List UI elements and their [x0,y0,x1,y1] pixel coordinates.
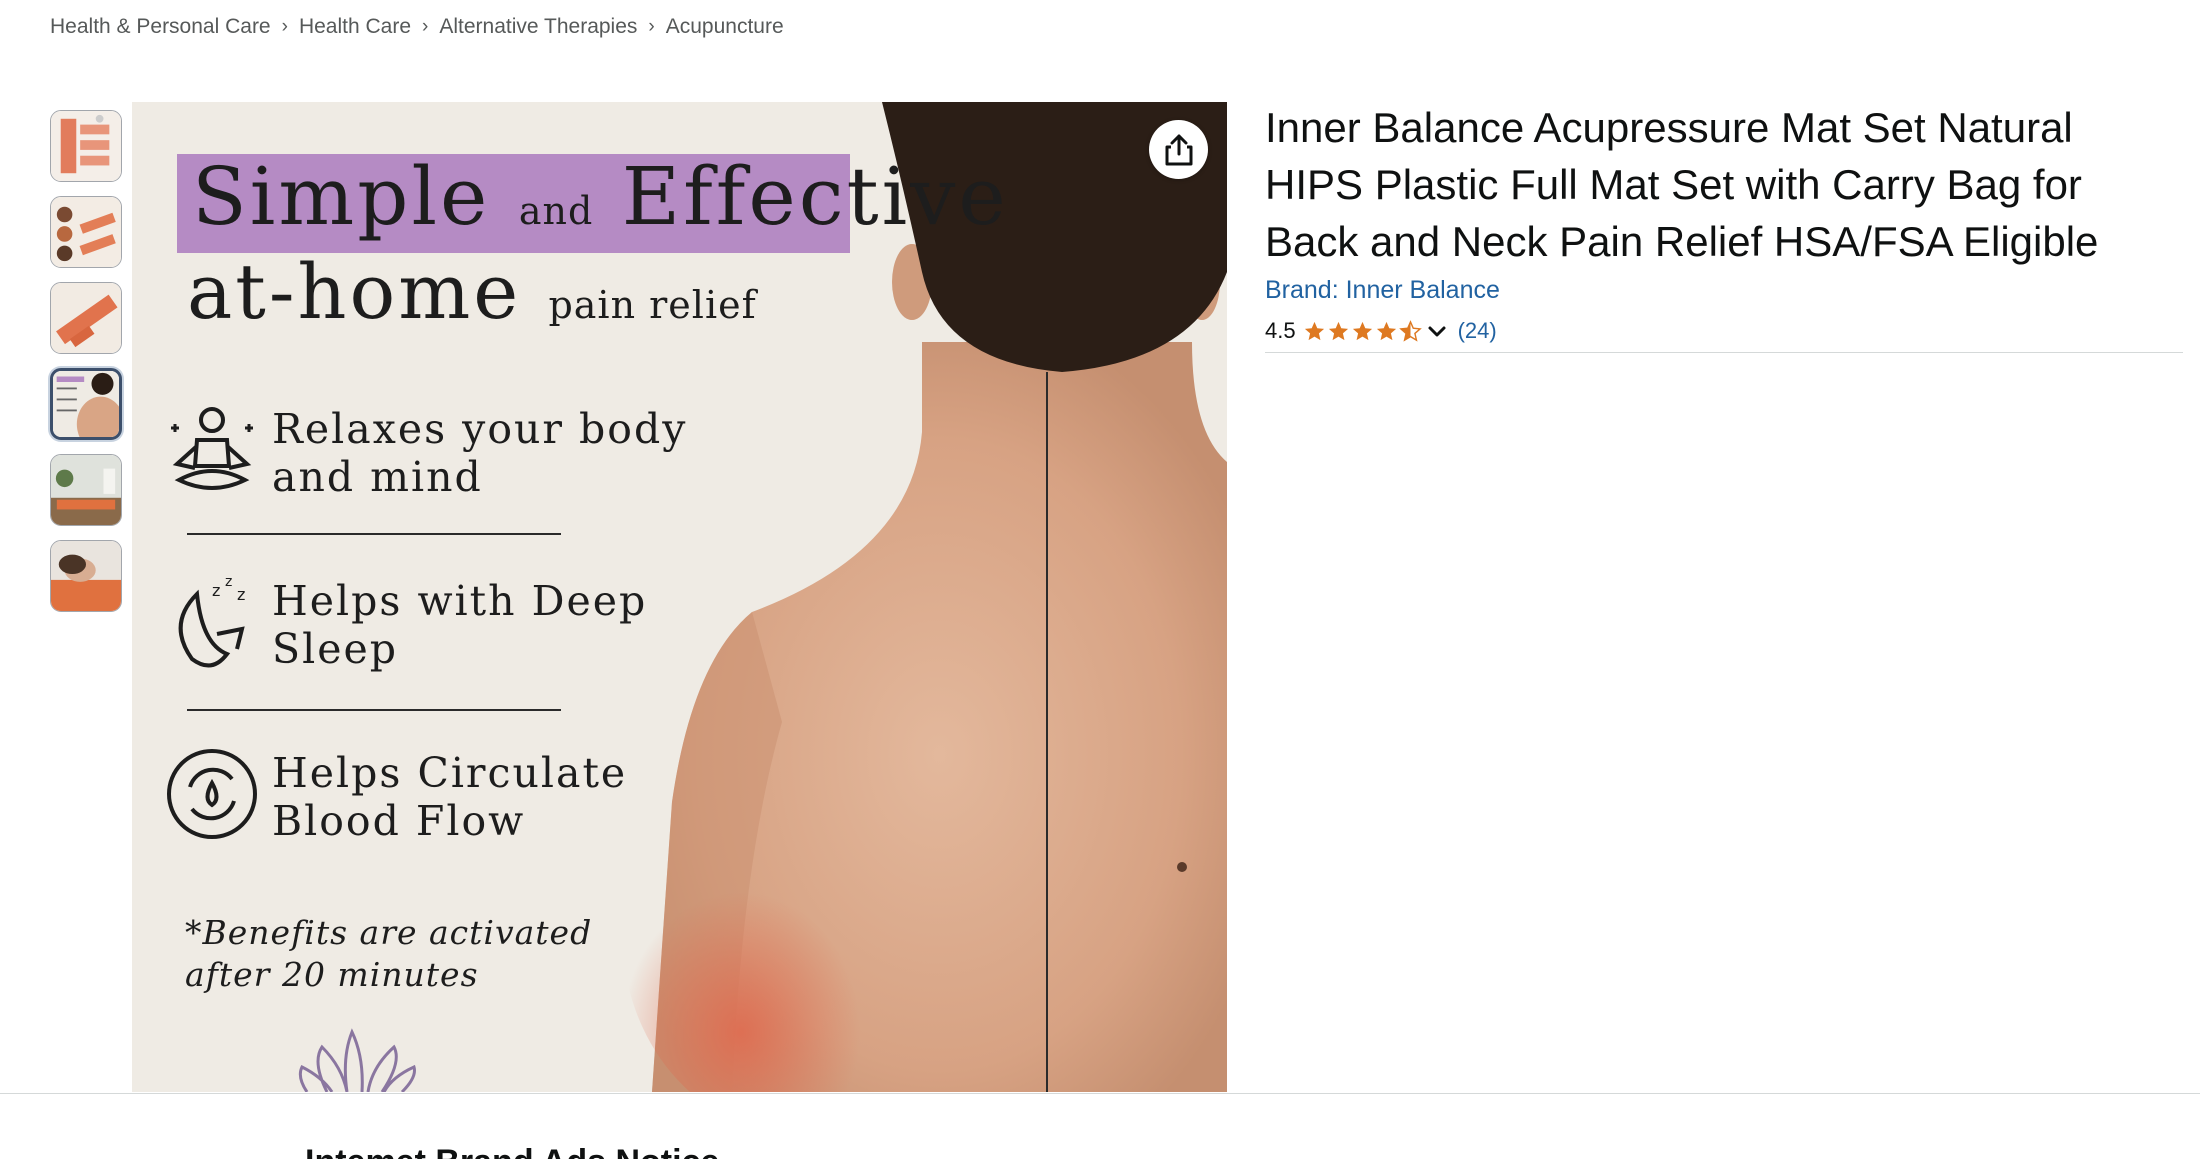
thumbnail-4[interactable] [50,368,122,440]
brand-ads-heading: Intemet Brand Ads Notice [305,1143,719,1159]
star-full-icon [1328,321,1348,340]
breadcrumb-alternative-therapies[interactable]: Alternative Therapies [439,15,637,39]
breadcrumb-separator-icon: › [281,16,288,37]
image-headline-line2: at-home pain relief [187,247,757,336]
svg-text:z: z [225,574,232,590]
share-button[interactable] [1149,120,1208,179]
thumbnail-strip [50,110,122,626]
product-grid-thumbnail-icon [51,111,121,181]
breadcrumb: Health & Personal Care › Health Care › A… [50,15,784,39]
rating-row: 4.5 (24) [1265,318,1497,344]
image-headline-line1: Simple and Effective [192,150,1009,243]
thumbnail-2[interactable] [50,196,122,268]
star-full-icon [1352,321,1372,340]
meditation-icon [171,407,253,490]
benefit-1-text: Relaxes your body and mind [272,405,688,501]
review-count-link[interactable]: (24) [1458,318,1497,344]
share-icon [1165,134,1192,165]
benefit-3-text: Helps Circulate Blood Flow [272,749,628,845]
woman-on-mat-thumbnail-icon [51,541,121,611]
breadcrumb-health-care[interactable]: Health Care [299,15,411,39]
sleep-moon-icon: z z z [178,574,245,668]
back-benefits-thumbnail-icon [53,371,119,437]
star-full-icon [1376,321,1396,340]
page-divider [0,1093,2200,1094]
main-product-image[interactable]: Simple and Effective at-home pain relief… [132,102,1227,1092]
svg-text:z: z [237,585,245,604]
breadcrumb-separator-icon: › [422,16,429,37]
circulation-icon [167,749,257,839]
breadcrumb-acupuncture[interactable]: Acupuncture [666,15,784,39]
mat-set-thumbnail-icon [51,283,121,353]
benefits-note: *Benefits are activated after 20 minutes [185,913,593,994]
room-mat-thumbnail-icon [51,455,121,525]
thumbnail-1[interactable] [50,110,122,182]
star-half-icon [1398,319,1422,342]
brand-link[interactable]: Brand: Inner Balance [1265,276,1500,305]
star-full-icon [1304,321,1324,340]
chevron-down-icon[interactable] [1426,320,1448,342]
nodes-chart-thumbnail-icon [51,197,121,267]
star-rating[interactable] [1303,319,1423,343]
breadcrumb-separator-icon: › [648,16,655,37]
product-title: Inner Balance Acupressure Mat Set Natura… [1265,104,2099,265]
breadcrumb-health-personal-care[interactable]: Health & Personal Care [50,15,271,39]
thumbnail-5[interactable] [50,454,122,526]
benefit-divider [187,709,561,711]
benefit-divider [187,533,561,535]
thumbnail-3[interactable] [50,282,122,354]
thumbnail-6[interactable] [50,540,122,612]
rating-value: 4.5 [1265,318,1296,343]
section-divider [1265,352,2183,353]
svg-text:z: z [212,581,220,600]
benefit-2-text: Helps with Deep Sleep [272,577,648,673]
